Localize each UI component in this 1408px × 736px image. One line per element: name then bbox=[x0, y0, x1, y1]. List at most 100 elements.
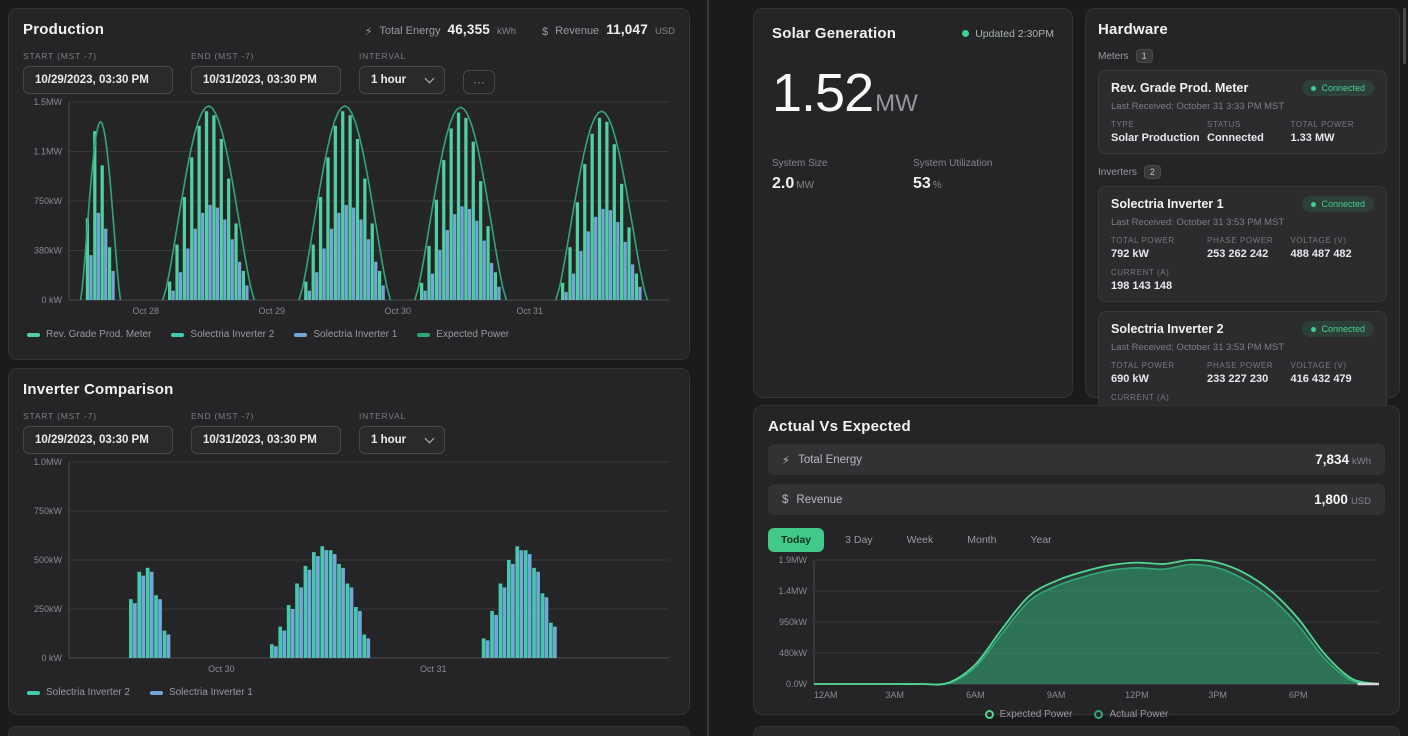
meters-count-badge: 1 bbox=[1136, 49, 1153, 63]
system-size-metric: System Size 2.0MW bbox=[772, 158, 913, 193]
chevron-down-icon bbox=[425, 434, 435, 444]
more-options-button[interactable]: ··· bbox=[463, 70, 495, 94]
device-field: TypeSolar Production bbox=[1111, 120, 1207, 144]
inverters-label: Inverters bbox=[1098, 167, 1137, 178]
updated-text: Updated 2:30PM bbox=[975, 28, 1054, 40]
production-stats: ⚡ Total Energy 46,355 kWh $ Revenue 11,0… bbox=[365, 22, 675, 37]
inverter-comparison-chart: 1.0MW750kW500kW250kW0 kWOct 30Oct 31 bbox=[23, 454, 677, 676]
svg-text:1.4MW: 1.4MW bbox=[778, 586, 807, 596]
legend-label: Actual Power bbox=[1109, 709, 1168, 720]
production-chart: 1.5MW1.1MW750kW380kW0 kWOct 28Oct 29Oct … bbox=[23, 94, 677, 318]
revenue-value: 1,800 bbox=[1314, 492, 1348, 507]
revenue-label: Revenue bbox=[796, 494, 842, 506]
production-legend: Rev. Grade Prod. Meter Solectria Inverte… bbox=[23, 329, 675, 340]
last-received: Last Received: October 31 3:33 PM MST bbox=[1111, 101, 1374, 112]
pane-divider bbox=[707, 0, 709, 736]
last-received: Last Received: October 31 3:53 PM MST bbox=[1111, 217, 1374, 228]
legend-item: Expected Power bbox=[417, 329, 509, 340]
start-field-group: START (MST -7) bbox=[23, 411, 173, 454]
field-value: 690 kW bbox=[1111, 373, 1207, 385]
total-energy-value: 46,355 bbox=[448, 22, 491, 37]
field-label: Type bbox=[1111, 120, 1207, 129]
svg-text:1.5MW: 1.5MW bbox=[33, 97, 62, 107]
start-label: START (MST -7) bbox=[23, 51, 173, 61]
inverter-comparison-title: Inverter Comparison bbox=[23, 381, 675, 398]
inverter1-card[interactable]: Solectria Inverter 1 Connected Last Rece… bbox=[1098, 186, 1387, 302]
interval-select[interactable]: 1 hour bbox=[359, 66, 445, 94]
solar-generation-title: Solar Generation bbox=[772, 25, 896, 42]
field-value: 488 487 482 bbox=[1291, 248, 1374, 260]
scrollbar-thumb[interactable] bbox=[1403, 8, 1406, 64]
device-field: Total Power1.33 MW bbox=[1291, 120, 1374, 144]
meters-label: Meters bbox=[1098, 51, 1129, 62]
svg-text:500kW: 500kW bbox=[34, 555, 63, 565]
meter-swatch-icon bbox=[27, 333, 40, 337]
device-field: Total Power792 kW bbox=[1111, 236, 1207, 260]
solar-generation-panel: Solar Generation Updated 2:30PM 1.52MW S… bbox=[753, 8, 1073, 398]
start-field-group: START (MST -7) bbox=[23, 51, 173, 94]
updated-badge: Updated 2:30PM bbox=[962, 28, 1054, 40]
revenue-icon: $ bbox=[782, 494, 788, 506]
svg-text:12AM: 12AM bbox=[814, 690, 838, 700]
interval-label: INTERVAL bbox=[359, 51, 445, 61]
tab-today[interactable]: Today bbox=[768, 528, 824, 552]
inverter1-swatch-icon bbox=[150, 691, 163, 695]
inverter2-swatch-icon bbox=[27, 691, 40, 695]
legend-label: Solectria Inverter 2 bbox=[190, 329, 274, 340]
total-energy-unit: kWh bbox=[497, 26, 516, 37]
system-utilization-label: System Utilization bbox=[913, 158, 1054, 169]
status-dot-icon bbox=[1311, 86, 1316, 91]
tab-week[interactable]: Week bbox=[894, 528, 947, 552]
field-label: Total Power bbox=[1291, 120, 1374, 129]
connected-text: Connected bbox=[1321, 324, 1365, 334]
svg-text:750kW: 750kW bbox=[34, 196, 63, 206]
status-dot-icon bbox=[1311, 327, 1316, 332]
device-field: Total Power690 kW bbox=[1111, 361, 1207, 385]
revenue-stat: $ Revenue 11,047 USD bbox=[542, 22, 675, 37]
next-row-panel-cutoff bbox=[753, 726, 1400, 736]
end-datetime-input[interactable] bbox=[191, 66, 341, 94]
expected-swatch-icon bbox=[417, 333, 430, 337]
legend-label: Rev. Grade Prod. Meter bbox=[46, 329, 151, 340]
device-field: Phase Power233 227 230 bbox=[1207, 361, 1290, 385]
legend-label: Solectria Inverter 1 bbox=[313, 329, 397, 340]
start-datetime-input[interactable] bbox=[23, 66, 173, 94]
current-generation: 1.52MW bbox=[772, 62, 1054, 124]
meter-card[interactable]: Rev. Grade Prod. Meter Connected Last Re… bbox=[1098, 70, 1387, 154]
system-utilization-unit: % bbox=[933, 180, 942, 191]
tab-month[interactable]: Month bbox=[954, 528, 1009, 552]
connected-badge: Connected bbox=[1302, 196, 1374, 212]
field-label: Status bbox=[1207, 120, 1290, 129]
total-energy-stat: ⚡ Total Energy 46,355 kWh bbox=[365, 22, 516, 37]
bolt-icon: ⚡ bbox=[365, 25, 373, 38]
device-field: StatusConnected bbox=[1207, 120, 1290, 144]
legend-item: Expected Power bbox=[985, 709, 1073, 720]
interval-label: INTERVAL bbox=[359, 411, 445, 421]
generation-value: 1.52 bbox=[772, 63, 873, 123]
inverter1-swatch-icon bbox=[294, 333, 307, 337]
meters-section-header: Meters 1 bbox=[1098, 49, 1387, 63]
legend-item: Solectria Inverter 1 bbox=[294, 329, 397, 340]
total-energy-row: ⚡ Total Energy 7,834kWh bbox=[768, 444, 1385, 475]
tab-year[interactable]: Year bbox=[1017, 528, 1064, 552]
device-field: Voltage (V)488 487 482 bbox=[1291, 236, 1374, 260]
bolt-icon: ⚡ bbox=[782, 453, 790, 467]
chevron-down-icon bbox=[425, 74, 435, 84]
interval-select[interactable]: 1 hour bbox=[359, 426, 445, 454]
field-label: Phase Power bbox=[1207, 236, 1290, 245]
field-label: Current (A) bbox=[1111, 268, 1207, 277]
svg-text:1.1MW: 1.1MW bbox=[33, 147, 62, 157]
device-name: Solectria Inverter 2 bbox=[1111, 322, 1224, 336]
svg-text:480kW: 480kW bbox=[779, 648, 808, 658]
revenue-unit: USD bbox=[655, 26, 675, 37]
legend-item: Solectria Inverter 2 bbox=[171, 329, 274, 340]
field-value: 792 kW bbox=[1111, 248, 1207, 260]
legend-label: Solectria Inverter 2 bbox=[46, 687, 130, 698]
total-energy-unit: kWh bbox=[1352, 456, 1371, 467]
field-label: Phase Power bbox=[1207, 361, 1290, 370]
start-datetime-input[interactable] bbox=[23, 426, 173, 454]
start-label: START (MST -7) bbox=[23, 411, 173, 421]
end-datetime-input[interactable] bbox=[191, 426, 341, 454]
range-tabs: Today 3 Day Week Month Year bbox=[768, 528, 1385, 552]
tab-3day[interactable]: 3 Day bbox=[832, 528, 885, 552]
